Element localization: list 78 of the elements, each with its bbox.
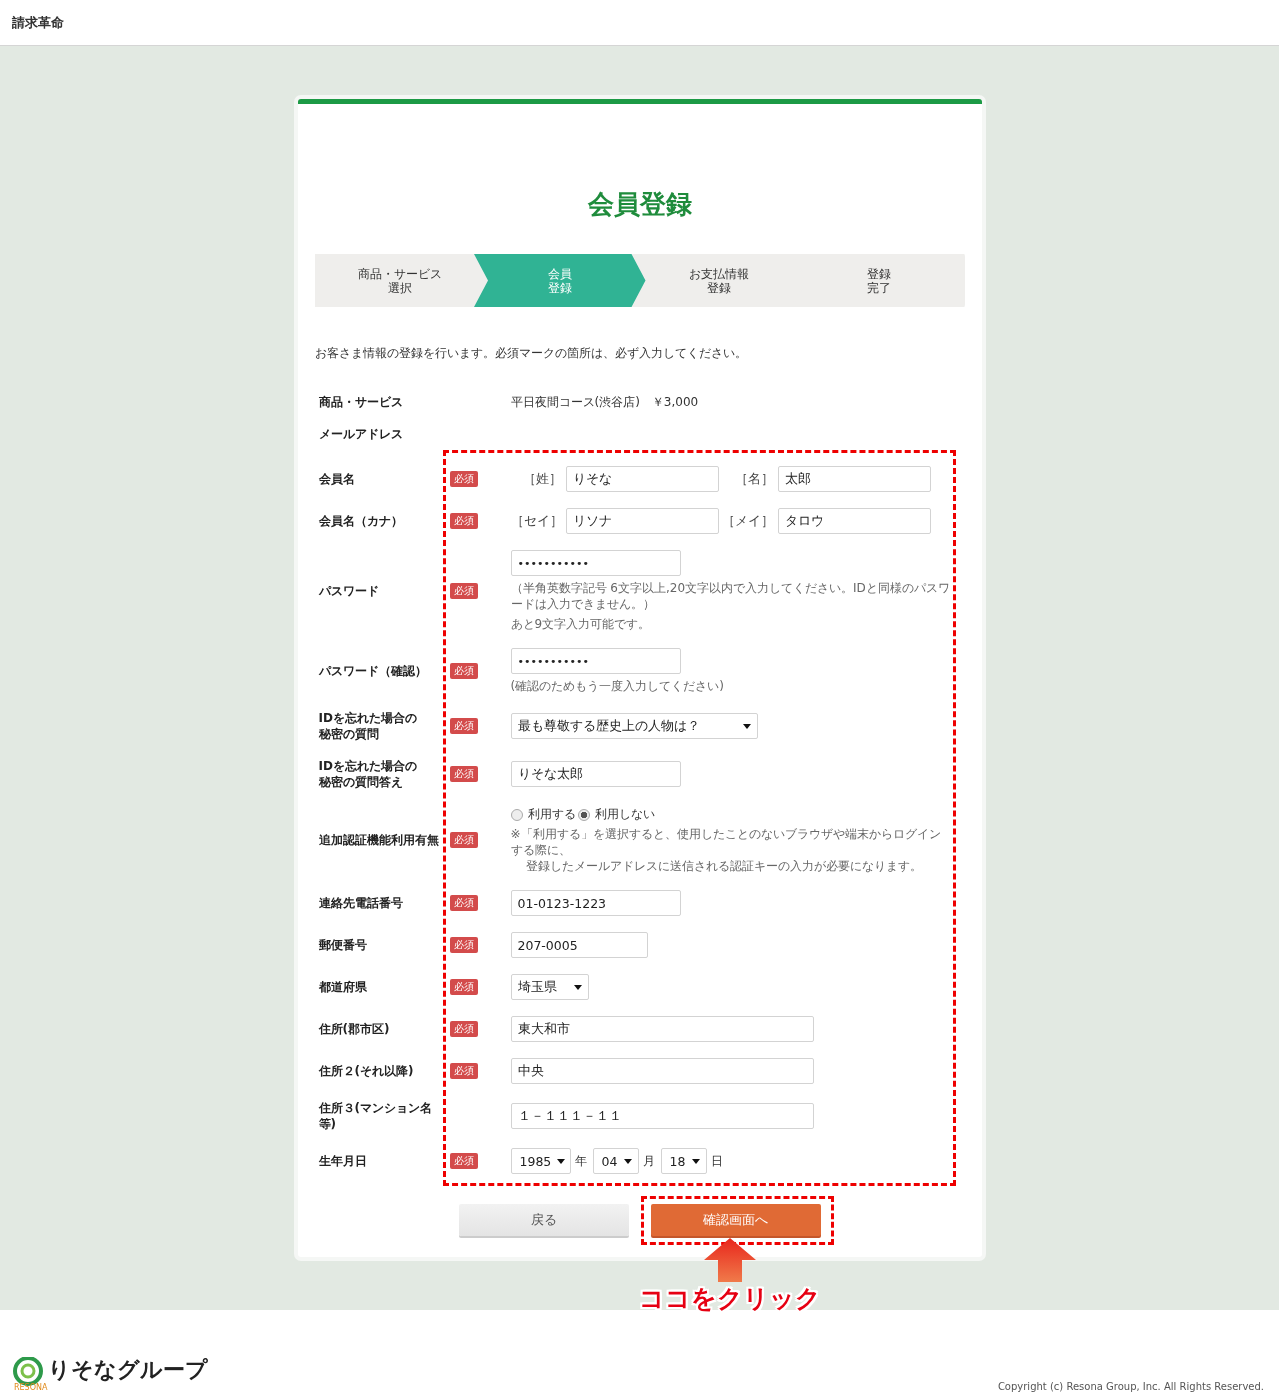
field-label: 会員名 bbox=[317, 471, 356, 487]
field-label: 住所３(マンション名 等) bbox=[317, 1100, 433, 1132]
required-badge: 必須 bbox=[449, 766, 478, 782]
text-field[interactable]: 東大和市 bbox=[510, 1016, 814, 1042]
help-text: 登録したメールアドレスに送信される認証キーの入力が必要になります。 bbox=[524, 858, 922, 874]
text-field[interactable]: ••••••••••• bbox=[510, 648, 681, 674]
field-label: 都道府県 bbox=[317, 979, 368, 995]
help-text: あと9文字入力可能です。 bbox=[510, 616, 651, 632]
help-text: （半角英数字記号 6文字以上,20文字以内で入力してください。IDと同様のパスワードは入力できません。） bbox=[510, 580, 951, 612]
required-badge: 必須 bbox=[449, 718, 478, 734]
form-title: 会員登録 bbox=[586, 188, 693, 221]
text-field[interactable]: リソナ bbox=[565, 508, 719, 534]
logo-text: りそなグループ bbox=[48, 1357, 208, 1383]
field-label: パスワード（確認） bbox=[317, 663, 428, 679]
radio-button[interactable] bbox=[510, 808, 523, 821]
required-badge: 必須 bbox=[449, 471, 478, 487]
dropdown[interactable]: 最も尊敬する歴史上の人物は？ bbox=[510, 713, 758, 739]
field-label: 生年月日 bbox=[317, 1153, 368, 1169]
dropdown[interactable]: 18 bbox=[660, 1148, 707, 1174]
field-label: IDを忘れた場合の 秘密の質問答え bbox=[317, 758, 418, 790]
text-field[interactable]: 太郎 bbox=[777, 466, 931, 492]
text-field[interactable]: 中央 bbox=[510, 1058, 814, 1084]
required-badge: 必須 bbox=[449, 583, 478, 599]
required-badge: 必須 bbox=[449, 937, 478, 953]
logo-subtext: RESONA bbox=[14, 1383, 49, 1392]
progress-step: 会員 登録 bbox=[474, 254, 646, 307]
dropdown[interactable]: 1985 bbox=[510, 1148, 571, 1174]
field-label: IDを忘れた場合の 秘密の質問 bbox=[317, 710, 418, 742]
copyright-text: Copyright (c) Resona Group, Inc. All Rights Reserved. bbox=[997, 1381, 1264, 1392]
text-field[interactable]: 01-0123-1223 bbox=[510, 890, 681, 916]
dropdown[interactable]: 埼玉県 bbox=[510, 974, 589, 1000]
field-label: 商品・サービス bbox=[317, 394, 404, 410]
text-field[interactable]: りそな太郎 bbox=[510, 761, 681, 787]
field-label: パスワード bbox=[317, 583, 380, 599]
radio-label[interactable]: 利用しない bbox=[594, 806, 655, 823]
dropdown[interactable]: 04 bbox=[592, 1148, 639, 1174]
radio-label[interactable]: 利用する bbox=[527, 806, 576, 823]
required-badge: 必須 bbox=[449, 979, 478, 995]
date-unit: 年 bbox=[574, 1152, 587, 1170]
field-prefix: ［メイ］ bbox=[720, 512, 775, 530]
radio-button[interactable] bbox=[577, 808, 590, 821]
required-badge: 必須 bbox=[449, 1063, 478, 1079]
caret-icon bbox=[742, 723, 751, 729]
caret-icon bbox=[557, 1158, 566, 1164]
service-value: 平日夜間コース(渋谷店) ￥3,000 bbox=[510, 393, 699, 411]
text-field[interactable]: 207-0005 bbox=[510, 932, 648, 958]
required-badge: 必須 bbox=[449, 1153, 478, 1169]
field-label: 連絡先電話番号 bbox=[317, 895, 404, 911]
field-prefix: ［姓］ bbox=[521, 470, 563, 488]
back-button[interactable]: 戻る bbox=[458, 1204, 629, 1236]
field-prefix: ［セイ］ bbox=[510, 512, 564, 530]
text-field[interactable]: りそな bbox=[565, 466, 719, 492]
field-label: 住所(郡市区) bbox=[317, 1021, 391, 1037]
callout-text: ココをクリック bbox=[638, 1283, 821, 1315]
up-arrow-icon bbox=[703, 1238, 756, 1282]
caret-icon bbox=[691, 1158, 700, 1164]
required-badge: 必須 bbox=[449, 513, 478, 529]
caret-icon bbox=[623, 1158, 632, 1164]
required-badge: 必須 bbox=[449, 663, 478, 679]
date-unit: 日 bbox=[710, 1152, 723, 1170]
site-title: 請求革命 bbox=[12, 13, 64, 32]
help-text: ※「利用する」を選択すると、使用したことのないブラウザや端末からログインする際に、 bbox=[510, 826, 942, 858]
caret-icon bbox=[573, 984, 582, 990]
field-label: メールアドレス bbox=[317, 426, 404, 442]
required-badge: 必須 bbox=[449, 1021, 478, 1037]
field-label: 追加認証機能利用有無 bbox=[317, 832, 440, 848]
field-prefix: ［名］ bbox=[733, 470, 775, 488]
help-text: (確認のためもう一度入力してください) bbox=[510, 678, 724, 694]
text-field[interactable]: １－１１１－１１ bbox=[510, 1103, 814, 1129]
intro-text: お客さま情報の登録を行います。必須マークの箇所は、必ず入力してください。 bbox=[314, 345, 748, 362]
field-label: 住所２(それ以降) bbox=[317, 1063, 415, 1079]
required-badge: 必須 bbox=[449, 895, 478, 911]
text-field[interactable]: ••••••••••• bbox=[510, 550, 681, 576]
text-field[interactable]: タロウ bbox=[777, 508, 931, 534]
date-unit: 月 bbox=[642, 1152, 655, 1170]
field-label: 会員名（カナ） bbox=[317, 513, 404, 529]
required-badge: 必須 bbox=[449, 832, 478, 848]
field-label: 郵便番号 bbox=[317, 937, 368, 953]
